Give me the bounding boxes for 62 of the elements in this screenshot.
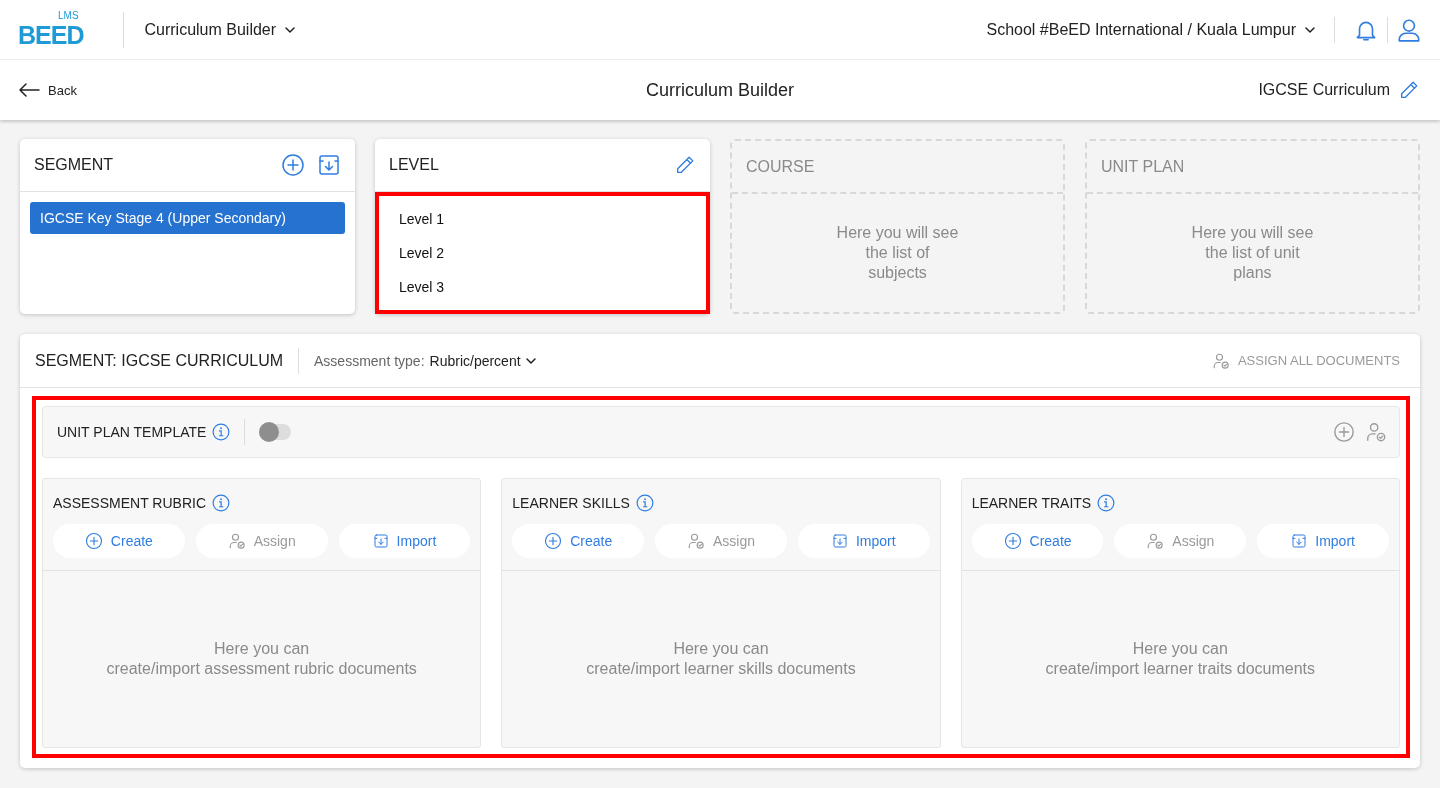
list-item[interactable]: Level 1 [395, 202, 690, 236]
edit-curriculum-button[interactable] [1398, 79, 1420, 101]
import-icon [831, 533, 848, 549]
column-title: SEGMENT [34, 156, 115, 174]
module-dropdown[interactable]: Curriculum Builder [144, 20, 297, 39]
logo-subtitle: LMS [58, 9, 79, 21]
document-title: LEARNER TRAITS [971, 495, 1092, 511]
empty-message: Here you can create/import learner traits documents [1045, 639, 1316, 679]
pencil-icon [674, 154, 696, 176]
document-title: LEARNER SKILLS [512, 495, 630, 511]
school-dropdown[interactable]: School #BeED International / Kuala Lumpur [986, 20, 1316, 39]
page-title: Curriculum Builder [646, 79, 794, 101]
user-check-icon [1365, 421, 1387, 443]
import-icon [317, 153, 341, 177]
document-title: ASSESSMENT RUBRIC [53, 495, 206, 511]
list-item[interactable]: Level 3 [395, 270, 690, 304]
import-icon [372, 533, 389, 549]
info-icon[interactable] [212, 423, 231, 441]
info-icon[interactable] [1097, 494, 1116, 512]
pencil-icon [1398, 79, 1420, 101]
user-check-icon [227, 532, 246, 550]
import-button[interactable]: Import [1257, 524, 1389, 558]
template-title: UNIT PLAN TEMPLATE [57, 424, 207, 440]
plus-circle-icon [544, 532, 563, 550]
curriculum-name: IGCSE Curriculum [1258, 81, 1390, 99]
template-toggle[interactable] [259, 424, 292, 440]
plus-circle-icon [281, 153, 305, 177]
create-button[interactable]: Create [512, 524, 645, 558]
user-check-icon [1211, 351, 1230, 370]
plus-circle-icon [84, 532, 103, 550]
empty-message: Here you will see the list of unit plans [1191, 223, 1314, 283]
create-button[interactable]: Create [53, 524, 185, 558]
assign-all-button[interactable]: ASSIGN ALL DOCUMENTS [1205, 350, 1406, 371]
back-button[interactable]: Back [12, 81, 83, 99]
plus-circle-icon [1003, 532, 1022, 550]
info-icon[interactable] [635, 494, 654, 512]
column-title: UNIT PLAN [1101, 157, 1186, 176]
empty-message: Here you can create/import learner skills documents [586, 639, 856, 679]
plus-circle-icon [1333, 421, 1355, 443]
segment-title: SEGMENT: IGCSE CURRICULUM [35, 351, 284, 370]
add-template-button[interactable] [1333, 421, 1355, 443]
column-title: LEVEL [389, 156, 440, 174]
assessment-label: Assessment type: [314, 352, 425, 369]
import-button[interactable] [317, 153, 341, 177]
add-button[interactable] [281, 153, 305, 177]
edit-button[interactable] [674, 154, 696, 176]
empty-message: Here you can create/import assessment rubric documents [106, 639, 417, 679]
import-icon [1291, 533, 1308, 549]
create-button[interactable]: Create [971, 524, 1104, 558]
list-item[interactable]: IGCSE Key Stage 4 (Upper Secondary) [30, 202, 345, 234]
assessment-dropdown[interactable]: Rubric/percent [429, 352, 537, 369]
user-check-icon [686, 532, 705, 550]
assign-template-button[interactable] [1365, 421, 1387, 443]
import-button[interactable]: Import [338, 524, 471, 558]
logo-wordmark: BEED [18, 22, 84, 48]
column-title: COURSE [746, 157, 816, 176]
import-button[interactable]: Import [797, 524, 930, 558]
info-icon[interactable] [212, 494, 230, 512]
empty-message: Here you will see the list of subjects [836, 223, 959, 283]
arrow-left-icon [18, 82, 40, 98]
user-check-icon [1146, 532, 1165, 550]
list-item[interactable]: Level 2 [395, 236, 690, 270]
